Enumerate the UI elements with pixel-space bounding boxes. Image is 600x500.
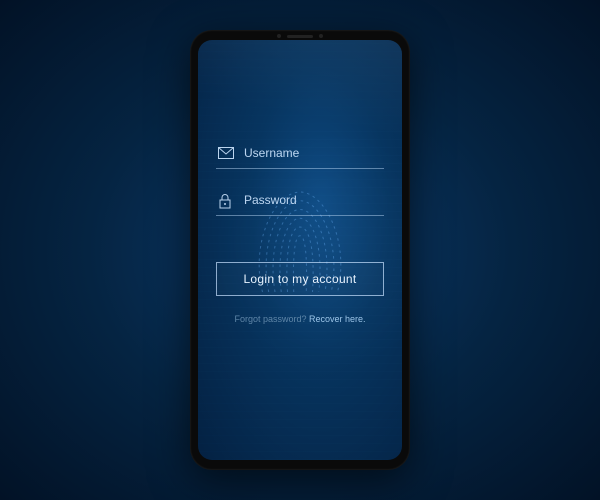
password-input[interactable] [244, 193, 399, 207]
login-button[interactable]: Login to my account [216, 262, 384, 296]
phone-frame: Login to my account Forgot password? Rec… [190, 30, 410, 470]
login-form: Login to my account Forgot password? Rec… [216, 140, 384, 324]
recover-row: Forgot password? Recover here. [216, 314, 384, 324]
envelope-icon [218, 146, 234, 160]
speaker-slot [287, 35, 313, 38]
lock-icon [218, 193, 234, 207]
forgot-password-text: Forgot password? [234, 314, 309, 324]
camera-dot [319, 34, 323, 38]
password-field[interactable] [216, 187, 384, 216]
username-field[interactable] [216, 140, 384, 169]
phone-screen: Login to my account Forgot password? Rec… [198, 40, 402, 460]
recover-link[interactable]: Recover here. [309, 314, 366, 324]
phone-sensors [190, 34, 410, 38]
sensor-dot [277, 34, 281, 38]
username-input[interactable] [244, 146, 399, 160]
